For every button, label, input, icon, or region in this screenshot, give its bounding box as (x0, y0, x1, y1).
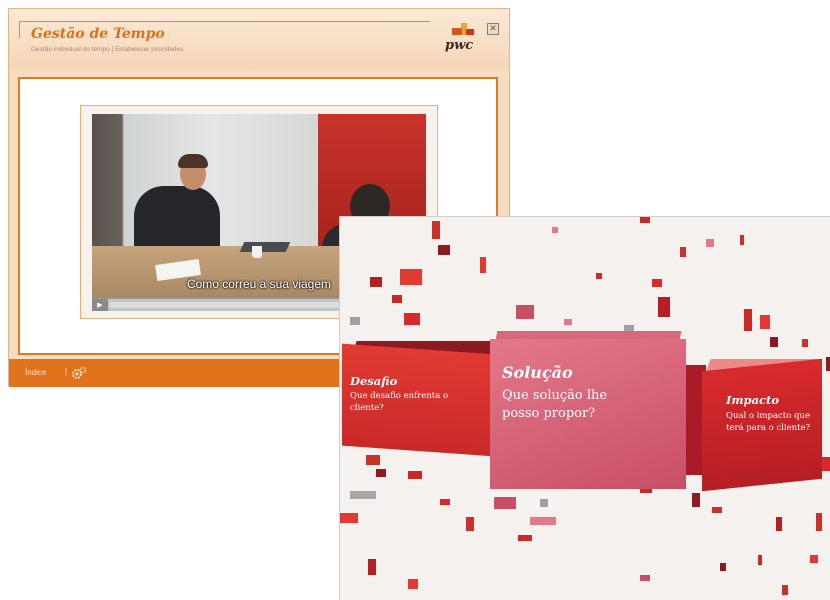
cube-fragment (366, 455, 380, 465)
cube-fragment (744, 309, 752, 331)
module-header: Gestão de Tempo Gestão individual do tem… (9, 9, 509, 69)
cube-fragment (392, 295, 402, 303)
cube-fragment (480, 257, 486, 273)
cube-fragment (376, 469, 386, 477)
cube-fragment (680, 247, 686, 257)
cube-fragment (760, 315, 770, 329)
logo-bar-icon (452, 28, 462, 35)
cube-fragment (782, 585, 788, 595)
index-link[interactable]: Índice (25, 368, 46, 377)
cube-fragment (466, 517, 474, 531)
cube-fragment (658, 297, 670, 317)
video-scene-cup (252, 246, 262, 258)
cube-fragment (370, 277, 382, 287)
cube-fragment (340, 513, 358, 523)
play-icon[interactable]: ▶ (92, 299, 108, 311)
cube-fragment (404, 313, 420, 325)
cube-fragment (440, 499, 450, 505)
cube-fragment (720, 563, 726, 571)
cube-fragment (516, 305, 534, 319)
solucao-title: Solução (502, 363, 573, 382)
cube-fragment (432, 221, 440, 239)
gears-icon[interactable] (71, 365, 87, 381)
video-scene-laptop (239, 242, 291, 252)
module-subtitle: Gestão individual do tempo | Estabelecer… (31, 46, 184, 53)
cube-fragment (826, 357, 830, 371)
cube-fragment (494, 497, 516, 509)
cube-fragment (596, 273, 602, 279)
cube-fragment (350, 317, 360, 325)
cube-fragment (758, 555, 762, 565)
cube-fragment (438, 245, 450, 255)
close-icon[interactable]: ✕ (487, 23, 499, 35)
impacto-question: Qual o impacto que terá para o cliente? (726, 411, 811, 433)
cube-fragment (802, 339, 808, 347)
cube-fragment (540, 499, 548, 507)
pwc-logo: pwc (441, 23, 479, 57)
module-title: Gestão de Tempo (31, 26, 165, 42)
cube-fragment (552, 227, 558, 233)
cube-fragment (740, 235, 744, 245)
desafio-question: Que desafio enfrenta o cliente? (350, 391, 449, 413)
cube-fragment (770, 337, 778, 347)
impacto-title: Impacto (726, 393, 780, 407)
cube-fragment (518, 535, 532, 541)
logo-bar-icon (466, 29, 474, 35)
cube-fragment (776, 517, 782, 531)
cube-fragment (400, 269, 422, 285)
logo-text: pwc (445, 38, 474, 53)
cube-fragment (640, 575, 650, 581)
cube-fragment (408, 471, 422, 479)
desafio-title: Desafio (350, 374, 398, 388)
intro-slide: Desafio Que desafio enfrenta o cliente? … (339, 216, 830, 600)
cube-fragment (652, 279, 662, 287)
cube-fragment (564, 319, 572, 325)
cube-fragment (408, 579, 418, 589)
video-person-left-hair (178, 154, 208, 168)
solucao-question: Que solução lhe posso propor? (502, 388, 608, 421)
cube-fragment (692, 493, 700, 507)
cube-fragment (368, 559, 376, 575)
cube-fragment (350, 491, 376, 499)
cube-fragment (712, 507, 722, 513)
cube-fragment (810, 555, 818, 563)
footer-separator: | (65, 367, 68, 376)
cube-fragment (706, 239, 714, 247)
cube-fragment (640, 217, 650, 223)
cube-fragment (530, 517, 556, 525)
cube-fragment (816, 513, 822, 531)
